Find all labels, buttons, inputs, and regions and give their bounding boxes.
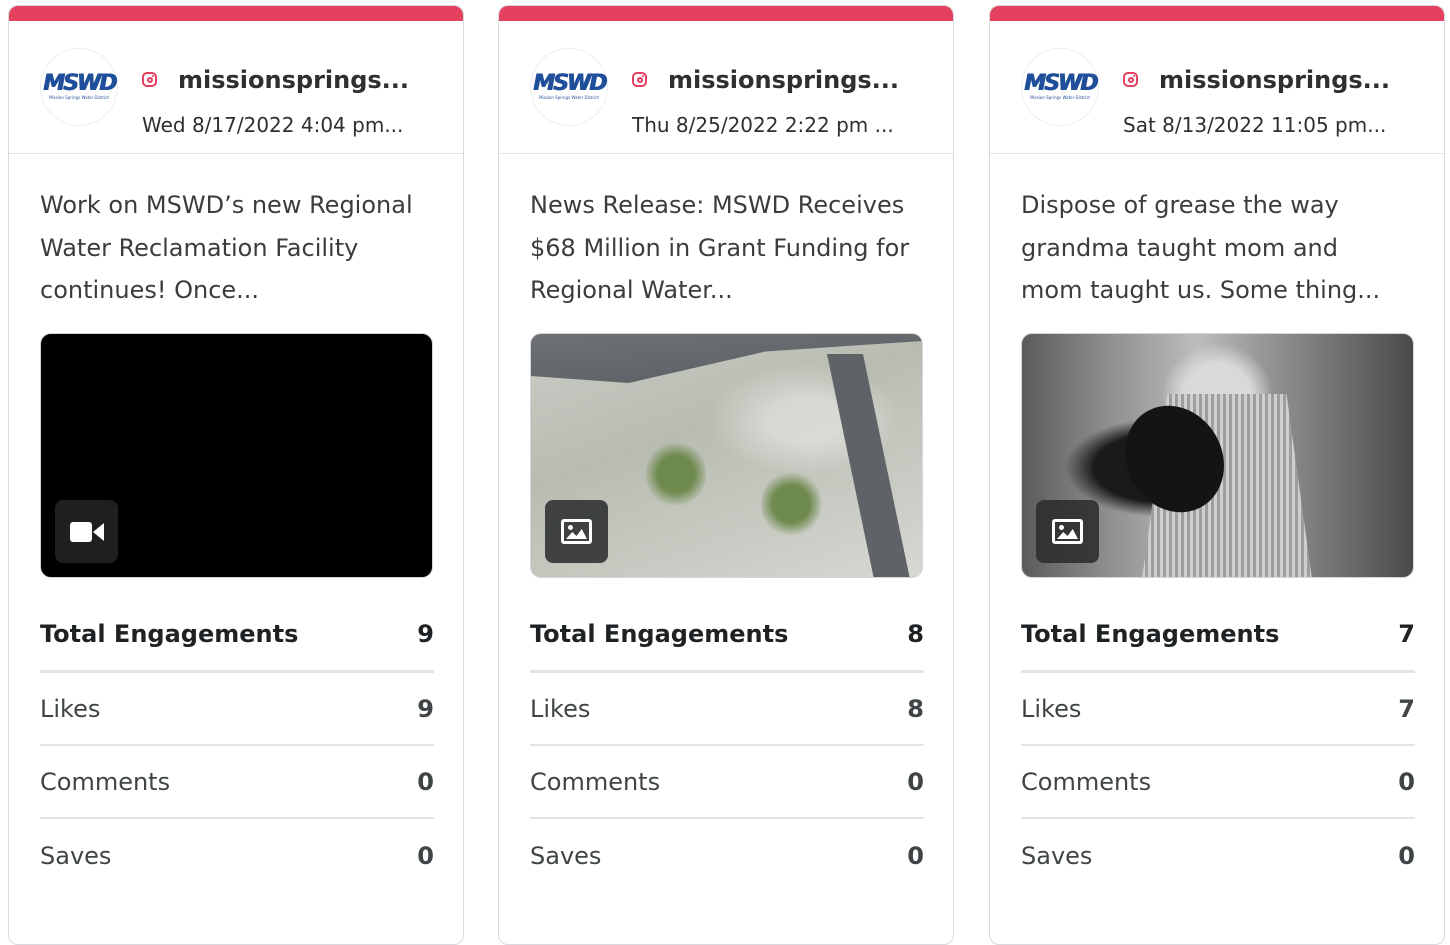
stat-label: Saves bbox=[530, 841, 602, 870]
post-media-video[interactable] bbox=[40, 333, 433, 578]
video-camera-icon bbox=[69, 521, 104, 543]
instagram-icon bbox=[142, 72, 157, 87]
media-type-badge bbox=[545, 500, 608, 563]
post-text: Dispose of grease the way grandma taught… bbox=[1021, 191, 1381, 304]
post-header: MSWD Mission Springs Water District miss… bbox=[9, 21, 463, 154]
stat-comments: Comments 0 bbox=[1021, 746, 1415, 819]
stat-total-engagements: Total Engagements 8 bbox=[530, 598, 924, 673]
stat-value: 0 bbox=[417, 767, 434, 796]
stat-label: Comments bbox=[530, 767, 661, 796]
stat-value: 8 bbox=[907, 620, 924, 648]
stat-label: Total Engagements bbox=[1021, 620, 1280, 648]
image-palm bbox=[761, 469, 821, 539]
engagement-stats: Total Engagements 8 Likes 8 Comments 0 S… bbox=[530, 598, 924, 892]
stat-value: 0 bbox=[417, 841, 434, 870]
post-header: MSWD Mission Springs Water District miss… bbox=[990, 21, 1444, 154]
post-cards-row: MSWD Mission Springs Water District miss… bbox=[0, 0, 1450, 945]
mswd-logo-subtitle: Mission Springs Water District bbox=[1030, 95, 1090, 100]
stat-value: 7 bbox=[1398, 694, 1415, 723]
stat-value: 0 bbox=[1398, 767, 1415, 796]
post-text: News Release: MSWD Receives $68 Million … bbox=[530, 191, 910, 304]
stat-label: Likes bbox=[530, 694, 591, 723]
stat-label: Saves bbox=[1021, 841, 1093, 870]
post-media-image[interactable] bbox=[530, 333, 923, 578]
engagement-stats: Total Engagements 7 Likes 7 Comments 0 S… bbox=[1021, 598, 1415, 892]
mswd-logo: MSWD bbox=[1023, 71, 1098, 96]
stat-value: 0 bbox=[1398, 841, 1415, 870]
stat-value: 0 bbox=[907, 841, 924, 870]
stat-label: Comments bbox=[40, 767, 171, 796]
stat-value: 9 bbox=[417, 620, 434, 648]
stat-saves: Saves 0 bbox=[1021, 819, 1415, 892]
stat-label: Total Engagements bbox=[40, 620, 299, 648]
media-type-badge bbox=[1036, 500, 1099, 563]
network-color-bar bbox=[9, 6, 463, 21]
mswd-logo-subtitle: Mission Springs Water District bbox=[49, 95, 109, 100]
engagement-stats: Total Engagements 9 Likes 9 Comments 0 S… bbox=[40, 598, 434, 892]
account-handle[interactable]: missionsprings... bbox=[1159, 66, 1409, 94]
mswd-logo: MSWD bbox=[42, 71, 117, 96]
post-header: MSWD Mission Springs Water District miss… bbox=[499, 21, 953, 154]
post-date: Wed 8/17/2022 4:04 pm... bbox=[142, 113, 404, 137]
account-handle[interactable]: missionsprings... bbox=[178, 66, 428, 94]
post-card[interactable]: MSWD Mission Springs Water District miss… bbox=[8, 5, 464, 945]
post-date: Sat 8/13/2022 11:05 pm... bbox=[1123, 113, 1387, 137]
media-type-badge bbox=[55, 500, 118, 563]
stat-likes: Likes 8 bbox=[530, 673, 924, 746]
stat-comments: Comments 0 bbox=[530, 746, 924, 819]
stat-label: Saves bbox=[40, 841, 112, 870]
stat-saves: Saves 0 bbox=[40, 819, 434, 892]
instagram-icon bbox=[632, 72, 647, 87]
stat-label: Likes bbox=[1021, 694, 1082, 723]
post-date: Thu 8/25/2022 2:22 pm ... bbox=[632, 113, 894, 137]
stat-comments: Comments 0 bbox=[40, 746, 434, 819]
stat-value: 7 bbox=[1398, 620, 1415, 648]
instagram-icon bbox=[1123, 72, 1138, 87]
post-text: Work on MSWD’s new Regional Water Reclam… bbox=[40, 191, 413, 304]
image-palm bbox=[646, 439, 706, 509]
stat-likes: Likes 7 bbox=[1021, 673, 1415, 746]
avatar[interactable]: MSWD Mission Springs Water District bbox=[530, 48, 608, 126]
stat-label: Total Engagements bbox=[530, 620, 789, 648]
stat-value: 0 bbox=[907, 767, 924, 796]
post-media-image[interactable] bbox=[1021, 333, 1414, 578]
mswd-logo: MSWD bbox=[532, 71, 607, 96]
network-color-bar bbox=[990, 6, 1444, 21]
image-icon bbox=[561, 519, 592, 544]
stat-label: Comments bbox=[1021, 767, 1152, 796]
image-icon bbox=[1052, 519, 1083, 544]
stat-value: 8 bbox=[907, 694, 924, 723]
mswd-logo-subtitle: Mission Springs Water District bbox=[539, 95, 599, 100]
avatar[interactable]: MSWD Mission Springs Water District bbox=[1021, 48, 1099, 126]
stat-value: 9 bbox=[417, 694, 434, 723]
stat-total-engagements: Total Engagements 7 bbox=[1021, 598, 1415, 673]
stat-total-engagements: Total Engagements 9 bbox=[40, 598, 434, 673]
post-card[interactable]: MSWD Mission Springs Water District miss… bbox=[989, 5, 1445, 945]
post-card[interactable]: MSWD Mission Springs Water District miss… bbox=[498, 5, 954, 945]
stat-likes: Likes 9 bbox=[40, 673, 434, 746]
network-color-bar bbox=[499, 6, 953, 21]
account-handle[interactable]: missionsprings... bbox=[668, 66, 918, 94]
image-road bbox=[827, 354, 911, 577]
stat-saves: Saves 0 bbox=[530, 819, 924, 892]
stat-label: Likes bbox=[40, 694, 101, 723]
avatar[interactable]: MSWD Mission Springs Water District bbox=[40, 48, 118, 126]
